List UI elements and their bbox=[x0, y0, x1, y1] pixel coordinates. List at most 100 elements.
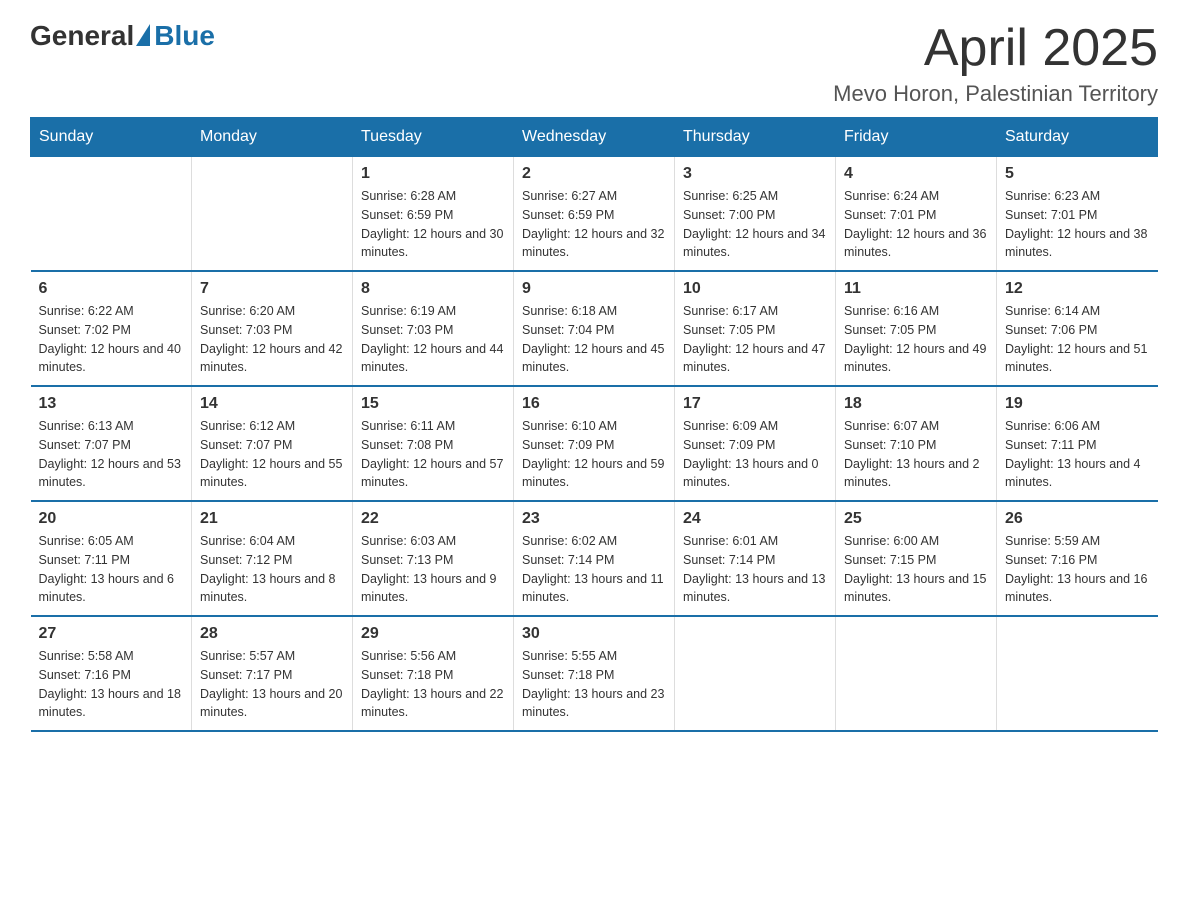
calendar-cell: 13 Sunrise: 6:13 AMSunset: 7:07 PMDayligh… bbox=[31, 386, 192, 501]
day-number: 16 bbox=[522, 395, 666, 413]
calendar-cell: 3 Sunrise: 6:25 AMSunset: 7:00 PMDaylight… bbox=[675, 157, 836, 272]
day-info: Sunrise: 6:19 AMSunset: 7:03 PMDaylight:… bbox=[361, 302, 505, 377]
day-info: Sunrise: 6:10 AMSunset: 7:09 PMDaylight:… bbox=[522, 417, 666, 492]
day-number: 6 bbox=[39, 280, 184, 298]
day-number: 9 bbox=[522, 280, 666, 298]
day-info: Sunrise: 6:12 AMSunset: 7:07 PMDaylight:… bbox=[200, 417, 344, 492]
day-info: Sunrise: 6:17 AMSunset: 7:05 PMDaylight:… bbox=[683, 302, 827, 377]
day-info: Sunrise: 6:09 AMSunset: 7:09 PMDaylight:… bbox=[683, 417, 827, 492]
calendar-week-1: 1 Sunrise: 6:28 AMSunset: 6:59 PMDaylight… bbox=[31, 157, 1158, 272]
day-info: Sunrise: 6:01 AMSunset: 7:14 PMDaylight:… bbox=[683, 532, 827, 607]
day-number: 27 bbox=[39, 625, 184, 643]
day-number: 2 bbox=[522, 165, 666, 183]
calendar-cell: 19Sunrise: 6:06 AMSunset: 7:11 PMDayligh… bbox=[997, 386, 1158, 501]
day-info: Sunrise: 6:27 AMSunset: 6:59 PMDaylight:… bbox=[522, 187, 666, 262]
day-info: Sunrise: 6:16 AMSunset: 7:05 PMDaylight:… bbox=[844, 302, 988, 377]
day-number: 3 bbox=[683, 165, 827, 183]
day-number: 23 bbox=[522, 510, 666, 528]
day-info: Sunrise: 6:24 AMSunset: 7:01 PMDaylight:… bbox=[844, 187, 988, 262]
calendar-cell bbox=[31, 157, 192, 272]
logo-general: General bbox=[30, 20, 134, 52]
calendar-header-friday: Friday bbox=[836, 118, 997, 157]
calendar-cell: 2 Sunrise: 6:27 AMSunset: 6:59 PMDaylight… bbox=[514, 157, 675, 272]
logo-blue: Blue bbox=[154, 20, 215, 52]
day-number: 25 bbox=[844, 510, 988, 528]
day-number: 11 bbox=[844, 280, 988, 298]
day-info: Sunrise: 5:59 AMSunset: 7:16 PMDaylight:… bbox=[1005, 532, 1150, 607]
day-number: 1 bbox=[361, 165, 505, 183]
calendar-cell: 10 Sunrise: 6:17 AMSunset: 7:05 PMDayligh… bbox=[675, 271, 836, 386]
day-number: 13 bbox=[39, 395, 184, 413]
day-info: Sunrise: 6:02 AMSunset: 7:14 PMDaylight:… bbox=[522, 532, 666, 607]
calendar-cell: 25 Sunrise: 6:00 AMSunset: 7:15 PMDayligh… bbox=[836, 501, 997, 616]
day-number: 5 bbox=[1005, 165, 1150, 183]
day-number: 15 bbox=[361, 395, 505, 413]
calendar-cell: 11 Sunrise: 6:16 AMSunset: 7:05 PMDayligh… bbox=[836, 271, 997, 386]
calendar-header-monday: Monday bbox=[192, 118, 353, 157]
calendar-table: SundayMondayTuesdayWednesdayThursdayFrid… bbox=[30, 117, 1158, 732]
day-info: Sunrise: 5:56 AMSunset: 7:18 PMDaylight:… bbox=[361, 647, 505, 722]
calendar-cell: 9 Sunrise: 6:18 AMSunset: 7:04 PMDaylight… bbox=[514, 271, 675, 386]
calendar-cell bbox=[836, 616, 997, 731]
calendar-cell: 4 Sunrise: 6:24 AMSunset: 7:01 PMDaylight… bbox=[836, 157, 997, 272]
day-info: Sunrise: 6:25 AMSunset: 7:00 PMDaylight:… bbox=[683, 187, 827, 262]
day-number: 17 bbox=[683, 395, 827, 413]
day-info: Sunrise: 6:03 AMSunset: 7:13 PMDaylight:… bbox=[361, 532, 505, 607]
day-info: Sunrise: 6:23 AMSunset: 7:01 PMDaylight:… bbox=[1005, 187, 1150, 262]
day-info: Sunrise: 6:00 AMSunset: 7:15 PMDaylight:… bbox=[844, 532, 988, 607]
calendar-cell: 28 Sunrise: 5:57 AMSunset: 7:17 PMDayligh… bbox=[192, 616, 353, 731]
day-info: Sunrise: 6:18 AMSunset: 7:04 PMDaylight:… bbox=[522, 302, 666, 377]
calendar-cell: 5 Sunrise: 6:23 AMSunset: 7:01 PMDaylight… bbox=[997, 157, 1158, 272]
calendar-cell bbox=[675, 616, 836, 731]
calendar-cell: 24 Sunrise: 6:01 AMSunset: 7:14 PMDayligh… bbox=[675, 501, 836, 616]
day-number: 22 bbox=[361, 510, 505, 528]
day-info: Sunrise: 6:04 AMSunset: 7:12 PMDaylight:… bbox=[200, 532, 344, 607]
calendar-header-saturday: Saturday bbox=[997, 118, 1158, 157]
day-info: Sunrise: 5:57 AMSunset: 7:17 PMDaylight:… bbox=[200, 647, 344, 722]
day-number: 29 bbox=[361, 625, 505, 643]
calendar-cell: 29 Sunrise: 5:56 AMSunset: 7:18 PMDayligh… bbox=[353, 616, 514, 731]
day-info: Sunrise: 6:28 AMSunset: 6:59 PMDaylight:… bbox=[361, 187, 505, 262]
day-number: 14 bbox=[200, 395, 344, 413]
day-number: 28 bbox=[200, 625, 344, 643]
day-info: Sunrise: 6:13 AMSunset: 7:07 PMDaylight:… bbox=[39, 417, 184, 492]
calendar-cell: 14 Sunrise: 6:12 AMSunset: 7:07 PMDayligh… bbox=[192, 386, 353, 501]
day-info: Sunrise: 6:07 AMSunset: 7:10 PMDaylight:… bbox=[844, 417, 988, 492]
title-section: April 2025 Mevo Horon, Palestinian Terri… bbox=[833, 20, 1158, 107]
day-info: Sunrise: 5:58 AMSunset: 7:16 PMDaylight:… bbox=[39, 647, 184, 722]
calendar-week-5: 27 Sunrise: 5:58 AMSunset: 7:16 PMDayligh… bbox=[31, 616, 1158, 731]
logo-triangle-icon bbox=[136, 24, 150, 46]
day-number: 4 bbox=[844, 165, 988, 183]
calendar-cell: 21Sunrise: 6:04 AMSunset: 7:12 PMDayligh… bbox=[192, 501, 353, 616]
calendar-cell: 12 Sunrise: 6:14 AMSunset: 7:06 PMDayligh… bbox=[997, 271, 1158, 386]
day-info: Sunrise: 6:14 AMSunset: 7:06 PMDaylight:… bbox=[1005, 302, 1150, 377]
calendar-cell: 15 Sunrise: 6:11 AMSunset: 7:08 PMDayligh… bbox=[353, 386, 514, 501]
month-title: April 2025 bbox=[833, 20, 1158, 77]
calendar-header-sunday: Sunday bbox=[31, 118, 192, 157]
location-title: Mevo Horon, Palestinian Territory bbox=[833, 81, 1158, 107]
calendar-cell bbox=[192, 157, 353, 272]
calendar-cell: 23 Sunrise: 6:02 AMSunset: 7:14 PMDayligh… bbox=[514, 501, 675, 616]
day-info: Sunrise: 6:05 AMSunset: 7:11 PMDaylight:… bbox=[39, 532, 184, 607]
day-info: Sunrise: 5:55 AMSunset: 7:18 PMDaylight:… bbox=[522, 647, 666, 722]
day-info: Sunrise: 6:11 AMSunset: 7:08 PMDaylight:… bbox=[361, 417, 505, 492]
calendar-header-thursday: Thursday bbox=[675, 118, 836, 157]
calendar-cell: 7Sunrise: 6:20 AMSunset: 7:03 PMDaylight… bbox=[192, 271, 353, 386]
calendar-header-wednesday: Wednesday bbox=[514, 118, 675, 157]
calendar-cell: 26 Sunrise: 5:59 AMSunset: 7:16 PMDayligh… bbox=[997, 501, 1158, 616]
day-number: 10 bbox=[683, 280, 827, 298]
calendar-header-tuesday: Tuesday bbox=[353, 118, 514, 157]
day-number: 24 bbox=[683, 510, 827, 528]
calendar-week-4: 20Sunrise: 6:05 AMSunset: 7:11 PMDayligh… bbox=[31, 501, 1158, 616]
calendar-week-3: 13 Sunrise: 6:13 AMSunset: 7:07 PMDayligh… bbox=[31, 386, 1158, 501]
day-info: Sunrise: 6:06 AMSunset: 7:11 PMDaylight:… bbox=[1005, 417, 1150, 492]
calendar-cell: 18Sunrise: 6:07 AMSunset: 7:10 PMDayligh… bbox=[836, 386, 997, 501]
calendar-header-row: SundayMondayTuesdayWednesdayThursdayFrid… bbox=[31, 118, 1158, 157]
calendar-cell: 20Sunrise: 6:05 AMSunset: 7:11 PMDayligh… bbox=[31, 501, 192, 616]
calendar-cell: 16 Sunrise: 6:10 AMSunset: 7:09 PMDayligh… bbox=[514, 386, 675, 501]
calendar-cell: 8 Sunrise: 6:19 AMSunset: 7:03 PMDaylight… bbox=[353, 271, 514, 386]
day-number: 26 bbox=[1005, 510, 1150, 528]
day-number: 8 bbox=[361, 280, 505, 298]
day-number: 12 bbox=[1005, 280, 1150, 298]
day-number: 30 bbox=[522, 625, 666, 643]
